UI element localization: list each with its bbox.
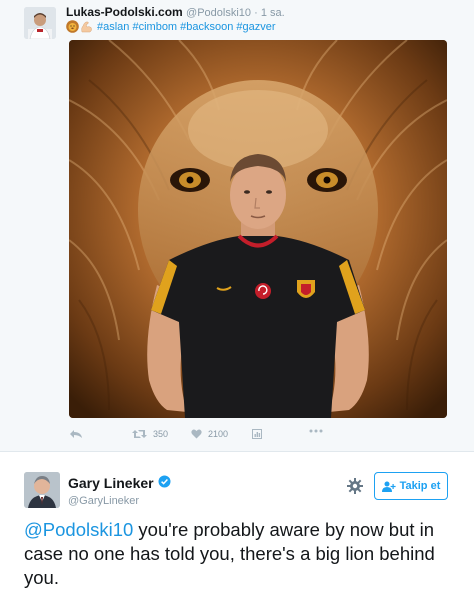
add-user-icon (381, 481, 396, 492)
lion-photo[interactable] (69, 40, 447, 418)
follow-button[interactable]: Takip et (374, 472, 448, 500)
quoted-author-name[interactable]: Lukas-Podolski.com (66, 5, 183, 19)
more-dots-icon (309, 429, 323, 433)
reply-button[interactable] (69, 429, 83, 439)
quoted-tweet-text: #aslan #cimbom #backsoon #gazver (66, 20, 276, 33)
retweet-button[interactable]: 350 (132, 429, 168, 439)
like-count: 2100 (208, 429, 229, 439)
quoted-author[interactable]: Lukas-Podolski.com @Podolski10 · 1 sa. (66, 5, 285, 19)
reply-icon (70, 430, 82, 438)
quoted-time-separator: · (251, 7, 261, 19)
quoted-action-bar: 350 2100 (0, 420, 474, 450)
heart-icon (191, 429, 202, 439)
quoted-tweet[interactable]: Lukas-Podolski.com @Podolski10 · 1 sa. #… (0, 0, 474, 452)
quoted-time[interactable]: 1 sa. (261, 7, 285, 19)
lion-face-emoji (66, 20, 79, 33)
lineker-avatar[interactable] (24, 472, 60, 508)
main-tweet-text: @Podolski10 you're probably aware by now… (24, 518, 444, 590)
gear-icon[interactable] (346, 477, 364, 495)
analytics-button[interactable] (252, 429, 262, 439)
flexed-biceps-emoji (80, 20, 93, 33)
analytics-icon (252, 429, 262, 439)
main-author-handle[interactable]: @GaryLineker (68, 495, 139, 507)
mention-link[interactable]: @Podolski10 (24, 519, 133, 540)
follow-button-label: Takip et (399, 480, 441, 492)
retweet-icon (132, 430, 147, 438)
podolski-avatar[interactable] (24, 7, 56, 39)
more-options-button[interactable] (309, 429, 323, 433)
retweet-count: 350 (153, 429, 169, 439)
main-author-name[interactable]: Gary Lineker (68, 475, 154, 491)
quoted-hashtags[interactable]: #aslan #cimbom #backsoon #gazver (97, 21, 276, 33)
main-author[interactable]: Gary Lineker (68, 475, 171, 491)
like-button[interactable]: 2100 (191, 429, 228, 439)
quoted-author-handle: @Podolski10 (186, 7, 252, 19)
verified-badge-icon (158, 475, 171, 491)
